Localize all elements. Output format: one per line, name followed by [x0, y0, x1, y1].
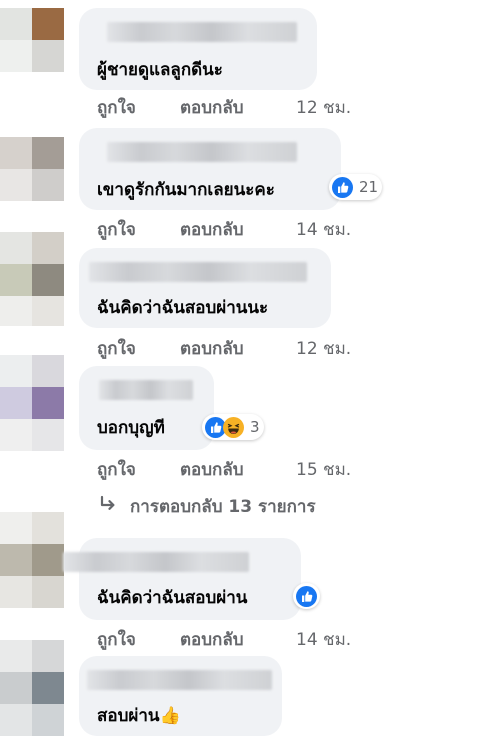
- view-replies-link[interactable]: การตอบกลับ 13 รายการ: [98, 493, 316, 520]
- reply-arrow-icon: [98, 494, 118, 519]
- like-icon: [332, 176, 353, 198]
- like-button[interactable]: ถูกใจ: [97, 216, 136, 243]
- avatar[interactable]: [0, 355, 64, 451]
- like-button[interactable]: ถูกใจ: [97, 626, 136, 653]
- like-button[interactable]: ถูกใจ: [97, 335, 136, 362]
- comment-text: ผู้ชายดูแลลูกดีนะ: [97, 60, 223, 80]
- reply-button[interactable]: ตอบกลับ: [180, 216, 244, 243]
- comment-bubble: สอบผ่าน👍: [79, 656, 282, 736]
- reply-button[interactable]: ตอบกลับ: [180, 626, 244, 653]
- reply-button[interactable]: ตอบกลับ: [180, 456, 244, 483]
- reaction-count: 3: [250, 418, 260, 436]
- comment-timestamp[interactable]: 15 ชม.: [296, 456, 351, 483]
- reaction-summary[interactable]: [293, 583, 320, 609]
- comment-text: ฉันคิดว่าฉันสอบผ่านนะ: [97, 298, 269, 318]
- comment-bubble: เขาดูรักกันมากเลยนะคะ: [79, 128, 341, 210]
- reaction-count: 21: [359, 178, 379, 196]
- comment-text: สอบผ่าน👍: [97, 706, 181, 726]
- comment-bubble: ฉันคิดว่าฉันสอบผ่าน: [63, 538, 301, 620]
- blurred-author-name[interactable]: [107, 142, 297, 162]
- blurred-author-name[interactable]: [89, 262, 307, 282]
- comment-timestamp[interactable]: 14 ชม.: [296, 626, 351, 653]
- reply-button[interactable]: ตอบกลับ: [180, 335, 244, 362]
- comment-text: เขาดูรักกันมากเลยนะคะ: [97, 180, 275, 200]
- comment-timestamp[interactable]: 14 ชม.: [296, 216, 351, 243]
- haha-icon: [223, 416, 244, 438]
- comment-bubble: ผู้ชายดูแลลูกดีนะ: [79, 8, 317, 90]
- comment-bubble: ฉันคิดว่าฉันสอบผ่านนะ: [79, 248, 331, 328]
- reaction-summary[interactable]: 3: [202, 414, 264, 440]
- comment-bubble: บอกบุญที: [79, 366, 214, 450]
- comment-text: ฉันคิดว่าฉันสอบผ่าน: [97, 588, 248, 608]
- comment-text: บอกบุญที: [97, 418, 165, 438]
- blurred-author-name[interactable]: [63, 552, 249, 572]
- avatar[interactable]: [0, 640, 64, 738]
- blurred-author-name[interactable]: [99, 380, 193, 400]
- reply-button[interactable]: ตอบกลับ: [180, 94, 244, 121]
- avatar[interactable]: [0, 512, 64, 608]
- avatar[interactable]: [0, 232, 64, 326]
- reaction-summary[interactable]: 21: [329, 174, 383, 200]
- like-button[interactable]: ถูกใจ: [97, 94, 136, 121]
- blurred-author-name[interactable]: [87, 670, 272, 690]
- blurred-author-name[interactable]: [107, 22, 297, 42]
- like-button[interactable]: ถูกใจ: [97, 456, 136, 483]
- view-replies-label: การตอบกลับ 13 รายการ: [130, 497, 316, 517]
- avatar[interactable]: [0, 8, 64, 72]
- like-icon: [296, 585, 317, 607]
- comment-timestamp[interactable]: 12 ชม.: [296, 94, 351, 121]
- avatar[interactable]: [0, 137, 64, 201]
- comment-timestamp[interactable]: 12 ชม.: [296, 335, 351, 362]
